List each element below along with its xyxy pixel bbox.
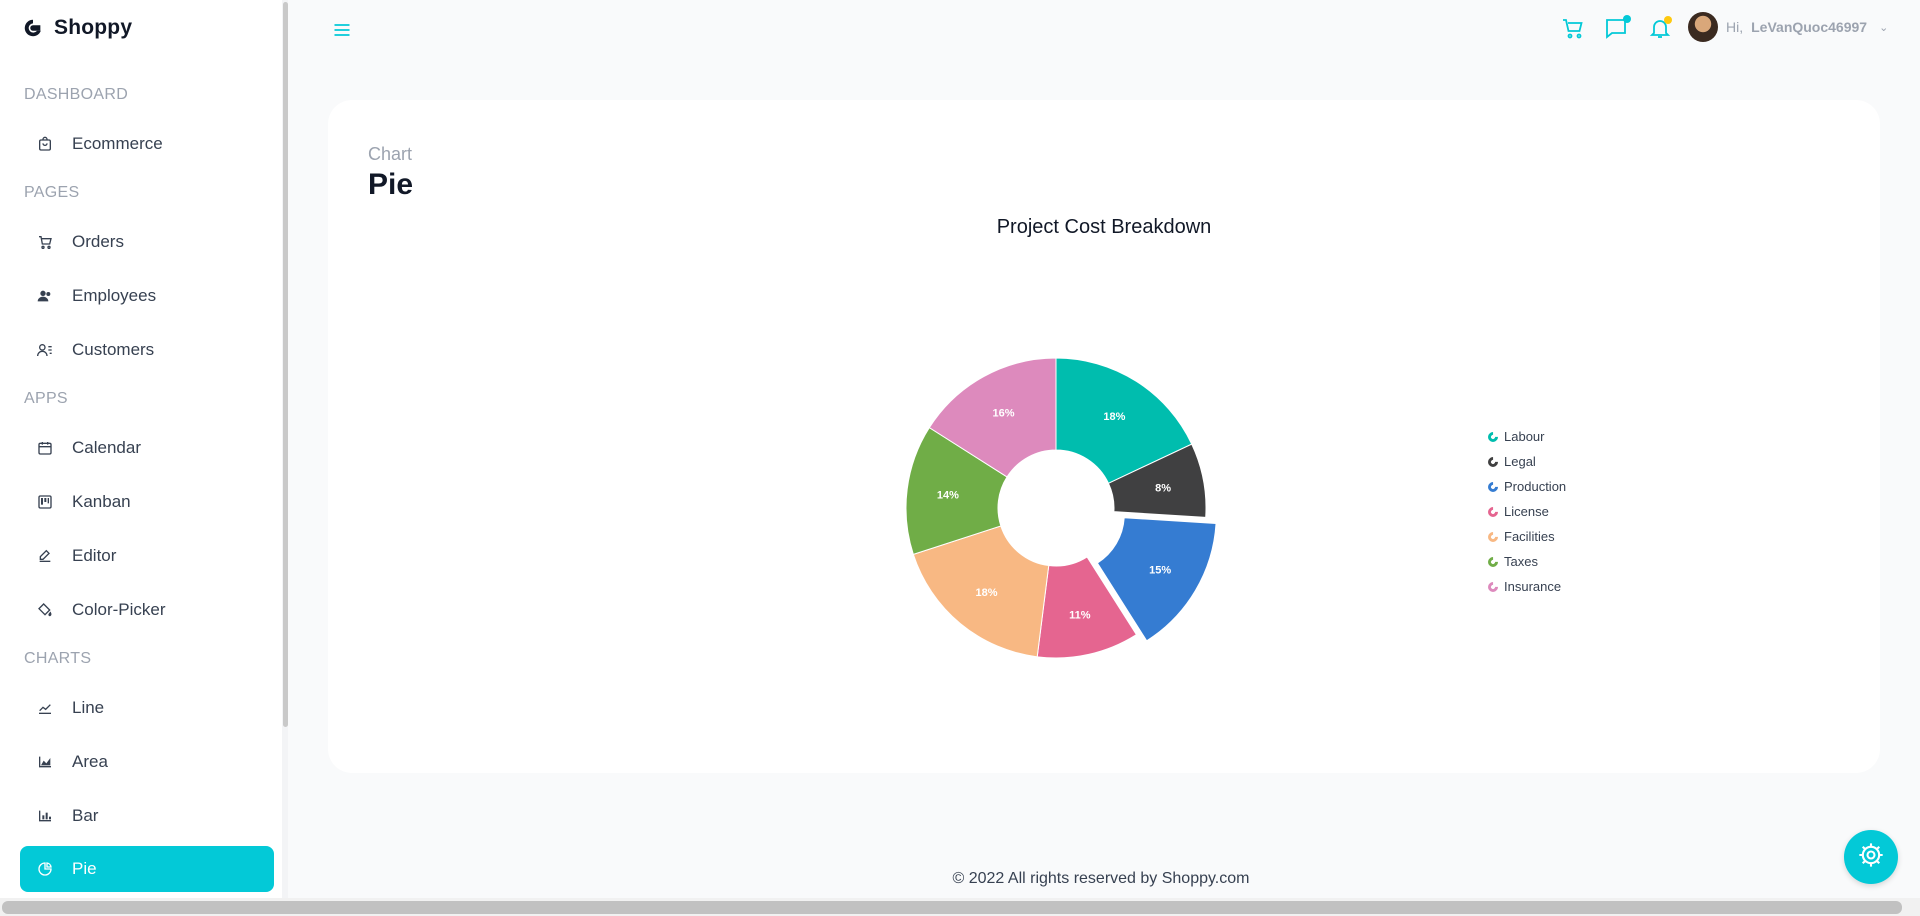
legend-label: Taxes	[1504, 554, 1538, 569]
sidebar-item-label: Area	[72, 752, 108, 771]
sidebar-item-area[interactable]: Area	[20, 739, 274, 785]
employees-icon	[36, 287, 54, 305]
sidebar-item-editor[interactable]: Editor	[20, 533, 274, 579]
pie-data-label: 15%	[1149, 565, 1171, 577]
sidebar-item-calendar[interactable]: Calendar	[20, 425, 274, 471]
chart-legend: Labour Legal Production License Facilities Ta…	[1485, 424, 1567, 599]
greeting: Hi,	[1726, 19, 1744, 35]
gear-icon	[1857, 841, 1885, 874]
sidebar-item-label: Editor	[72, 546, 117, 565]
legend-label: Insurance	[1504, 579, 1562, 594]
brand-name: Shoppy	[54, 16, 133, 39]
sidebar-item-label: Line	[72, 698, 105, 717]
bar-chart-icon	[36, 807, 54, 825]
sidebar-item-customers[interactable]: Customers	[20, 327, 274, 373]
edit-icon	[36, 547, 54, 565]
sidebar-item-line[interactable]: Line	[20, 685, 274, 731]
pie-data-label: 14%	[937, 489, 959, 501]
pie-data-label: 16%	[992, 407, 1014, 419]
chat-badge	[1623, 15, 1631, 23]
section-title-apps: Apps	[24, 390, 68, 407]
cart-icon	[1561, 19, 1585, 44]
sidebar-item-employees[interactable]: Employees	[20, 273, 274, 319]
notification-button[interactable]	[1648, 16, 1674, 42]
kanban-icon	[36, 493, 54, 511]
chevron-down-icon: ⌄	[1879, 21, 1889, 34]
legend-item-license[interactable]: License	[1485, 499, 1566, 524]
line-chart-icon	[36, 699, 54, 717]
sidebar-item-label: Pie	[72, 859, 97, 878]
legend-label: Labour	[1504, 429, 1545, 444]
sidebar-item-label: Customers	[72, 340, 155, 359]
area-chart-icon	[36, 753, 54, 771]
sidebar-item-label: Orders	[72, 232, 124, 251]
legend-marker-icon	[1485, 479, 1501, 494]
paint-bucket-icon	[36, 601, 54, 619]
customers-icon	[36, 341, 54, 359]
legend-marker-icon	[1485, 529, 1501, 544]
sidebar-item-color-picker[interactable]: Color-Picker	[20, 587, 274, 633]
legend-label: Legal	[1504, 454, 1536, 469]
bag-icon	[36, 135, 54, 153]
notification-badge	[1664, 16, 1672, 24]
legend-item-taxes[interactable]: Taxes	[1485, 549, 1566, 574]
legend-label: License	[1504, 504, 1549, 519]
sidebar-item-label: Kanban	[72, 492, 131, 511]
cart-button[interactable]	[1561, 16, 1587, 42]
legend-marker-icon	[1485, 504, 1501, 519]
sidebar-item-ecommerce[interactable]: Ecommerce	[20, 121, 274, 167]
shoppy-logo-icon	[24, 19, 41, 37]
legend-item-facilities[interactable]: Facilities	[1485, 524, 1566, 549]
sidebar: Shoppy Dashboard Ecommerce Pages Orders …	[0, 0, 282, 898]
footer-text: © 2022 All rights reserved by Shoppy.com	[952, 870, 1250, 887]
pie-chart-icon	[36, 860, 54, 878]
chat-icon	[1604, 19, 1628, 44]
legend-marker-icon	[1485, 429, 1501, 444]
sidebar-item-label: Employees	[72, 286, 157, 305]
legend-label: Production	[1504, 479, 1567, 494]
legend-marker-icon	[1485, 579, 1501, 594]
legend-item-production[interactable]: Production	[1485, 474, 1567, 499]
sidebar-item-kanban[interactable]: Kanban	[20, 479, 274, 525]
section-title-dashboard: Dashboard	[24, 86, 129, 103]
horizontal-scrollbar[interactable]	[2, 901, 1902, 914]
bell-icon	[1648, 20, 1672, 44]
sidebar-item-label: Color-Picker	[72, 600, 166, 619]
section-title-pages: Pages	[24, 184, 80, 201]
legend-marker-icon	[1485, 554, 1501, 569]
sidebar-item-pie[interactable]: Pie	[20, 846, 274, 892]
legend-label: Facilities	[1504, 529, 1555, 544]
sidebar-item-label: Bar	[72, 806, 99, 825]
legend-item-labour[interactable]: Labour	[1485, 424, 1566, 449]
pie-data-label: 18%	[976, 587, 998, 599]
legend-item-insurance[interactable]: Insurance	[1485, 574, 1566, 599]
settings-button[interactable]	[1844, 830, 1898, 884]
sidebar-item-bar[interactable]: Bar	[20, 793, 274, 839]
menu-icon[interactable]	[332, 20, 352, 40]
calendar-icon	[36, 439, 54, 457]
brand[interactable]: Shoppy	[22, 16, 132, 40]
pie-data-label: 18%	[1103, 411, 1125, 423]
sidebar-scrollbar[interactable]	[283, 2, 288, 727]
pie-chart[interactable]: 18% 8% 15% 11% 18% 14% 16%	[328, 100, 1880, 773]
sidebar-item-label: Ecommerce	[72, 134, 163, 153]
legend-item-legal[interactable]: Legal	[1485, 449, 1566, 474]
chat-button[interactable]	[1604, 15, 1631, 44]
legend-marker-icon	[1485, 454, 1501, 469]
avatar	[1688, 12, 1718, 42]
pie-data-label: 8%	[1155, 483, 1171, 495]
sidebar-item-orders[interactable]: Orders	[20, 219, 274, 265]
cart-icon	[36, 233, 54, 251]
sidebar-item-label: Calendar	[72, 438, 141, 457]
username: LeVanQuoc46997	[1751, 19, 1868, 35]
pie-data-label: 11%	[1069, 609, 1091, 621]
chart-card: Chart Pie Project Cost Breakdown 18% 8% 15…	[328, 100, 1880, 773]
section-title-charts: Charts	[24, 650, 92, 667]
user-profile-menu[interactable]: Hi, LeVanQuoc46997 ⌄	[1688, 12, 1888, 42]
